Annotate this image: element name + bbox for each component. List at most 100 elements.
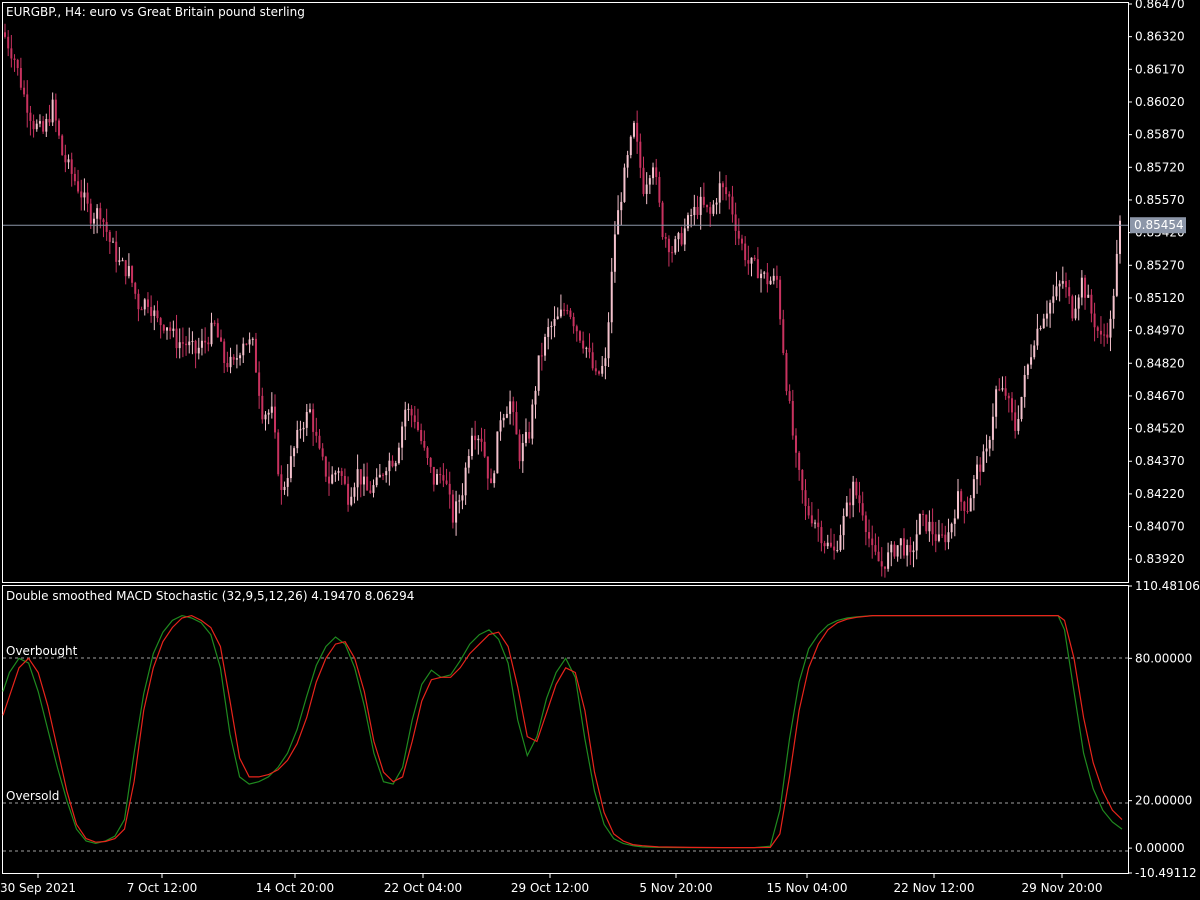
candle-body — [210, 322, 213, 345]
candle-body — [1090, 294, 1093, 314]
candle-body — [324, 456, 327, 477]
candle-body — [1045, 313, 1048, 319]
candle-body — [490, 478, 493, 484]
candle-body — [197, 347, 200, 354]
candle-body — [766, 272, 769, 285]
candle-body — [153, 310, 156, 316]
price-axis-label: 0.84670 — [1135, 389, 1185, 403]
candle-body — [242, 343, 245, 356]
price-axis-label: 0.84220 — [1135, 487, 1185, 501]
candle-body — [820, 527, 823, 544]
candle-body — [1042, 318, 1045, 329]
candle-body — [51, 99, 54, 123]
candle-body — [887, 552, 890, 569]
candle-body — [32, 120, 35, 130]
candle-body — [461, 495, 464, 501]
candle-body — [61, 135, 64, 156]
candle-body — [493, 473, 496, 484]
trading-chart[interactable]: EURGBP., H4: euro vs Great Britain pound… — [0, 0, 1200, 900]
candle-body — [375, 477, 378, 486]
candle-body — [366, 476, 369, 491]
indicator-axis[interactable]: 110.48106 80.00000 20.00000 0.00000 -10.4911… — [1128, 579, 1200, 880]
price-axis-label: 0.84970 — [1135, 324, 1185, 338]
candle-body — [798, 452, 801, 470]
candle-body — [1087, 294, 1090, 298]
price-axis-label: 0.85270 — [1135, 258, 1185, 272]
candle-body — [578, 331, 581, 341]
candle-body — [382, 474, 385, 476]
candle-body — [26, 94, 29, 113]
price-axis[interactable]: 0.86470 0.86320 0.86170 0.86020 0.85870 0.857… — [1128, 0, 1185, 566]
candle-body — [388, 460, 391, 472]
candle-body — [1001, 388, 1004, 390]
candle-body — [709, 207, 712, 214]
candle-body — [848, 502, 851, 506]
candle-body — [207, 342, 210, 345]
candle-body — [607, 322, 610, 359]
candle-body — [58, 120, 61, 136]
candle-body — [1023, 374, 1026, 397]
candle-body — [826, 542, 829, 547]
candle-body — [906, 545, 909, 556]
candle-body — [181, 342, 184, 344]
candle-body — [413, 415, 416, 422]
candle-body — [118, 260, 121, 262]
price-pane-frame — [2, 2, 1129, 583]
candle-body — [823, 543, 826, 547]
candle-body — [1061, 281, 1064, 284]
candle-body — [890, 544, 893, 553]
candle-body — [296, 429, 299, 449]
candle-body — [216, 323, 219, 338]
candle-body — [594, 368, 597, 372]
candle-body — [763, 272, 766, 274]
candle-body — [566, 310, 569, 312]
price-axis-label: 0.85120 — [1135, 291, 1185, 305]
candle-body — [477, 438, 480, 441]
candle-body — [652, 167, 655, 179]
candle-body — [1119, 220, 1121, 254]
candle-body — [270, 406, 273, 413]
candle-body — [817, 522, 820, 528]
candle-body — [426, 447, 429, 458]
price-axis-label: 0.85870 — [1135, 128, 1185, 142]
time-axis[interactable]: 30 Sep 2021 7 Oct 12:00 14 Oct 20:00 22 Oct… — [0, 874, 1102, 895]
candle-body — [985, 448, 988, 452]
candle-body — [455, 501, 458, 523]
indicator-pane[interactable]: Double smoothed MACD Stochastic (32,9,5,… — [2, 579, 1200, 880]
candle-body — [839, 535, 842, 551]
candle-body — [350, 496, 353, 505]
candle-body — [286, 478, 289, 487]
current-price-tag-text: 0.85454 — [1134, 218, 1184, 232]
candle-body — [553, 318, 556, 326]
candle-body — [378, 474, 381, 478]
candle-body — [505, 413, 508, 418]
price-axis-label: 0.84520 — [1135, 422, 1185, 436]
candle-body — [512, 401, 515, 413]
indicator-title: Double smoothed MACD Stochastic (32,9,5,… — [6, 589, 414, 603]
candle-body — [328, 476, 331, 484]
candle-body — [1055, 286, 1058, 297]
candle-body — [632, 122, 635, 137]
candle-body — [747, 260, 750, 264]
price-axis-label: 0.84820 — [1135, 356, 1185, 370]
price-pane[interactable]: EURGBP., H4: euro vs Great Britain pound… — [2, 0, 1187, 583]
candle-body — [852, 481, 855, 506]
price-axis-label: 0.86470 — [1135, 0, 1185, 11]
candle-body — [108, 231, 111, 242]
candle-body — [146, 299, 149, 307]
candle-body — [175, 328, 178, 349]
candle-body — [531, 404, 534, 439]
candle-body — [96, 208, 99, 219]
candle-body — [321, 448, 324, 457]
candle-body — [537, 355, 540, 391]
candle-body — [582, 340, 585, 349]
candle-body — [699, 196, 702, 215]
candle-body — [696, 206, 699, 215]
candle-body — [451, 494, 454, 523]
candle-body — [524, 432, 527, 443]
candle-body — [410, 408, 413, 416]
candle-body — [944, 534, 947, 543]
candle-body — [166, 327, 169, 331]
candle-body — [667, 238, 670, 253]
candle-body — [604, 358, 607, 366]
